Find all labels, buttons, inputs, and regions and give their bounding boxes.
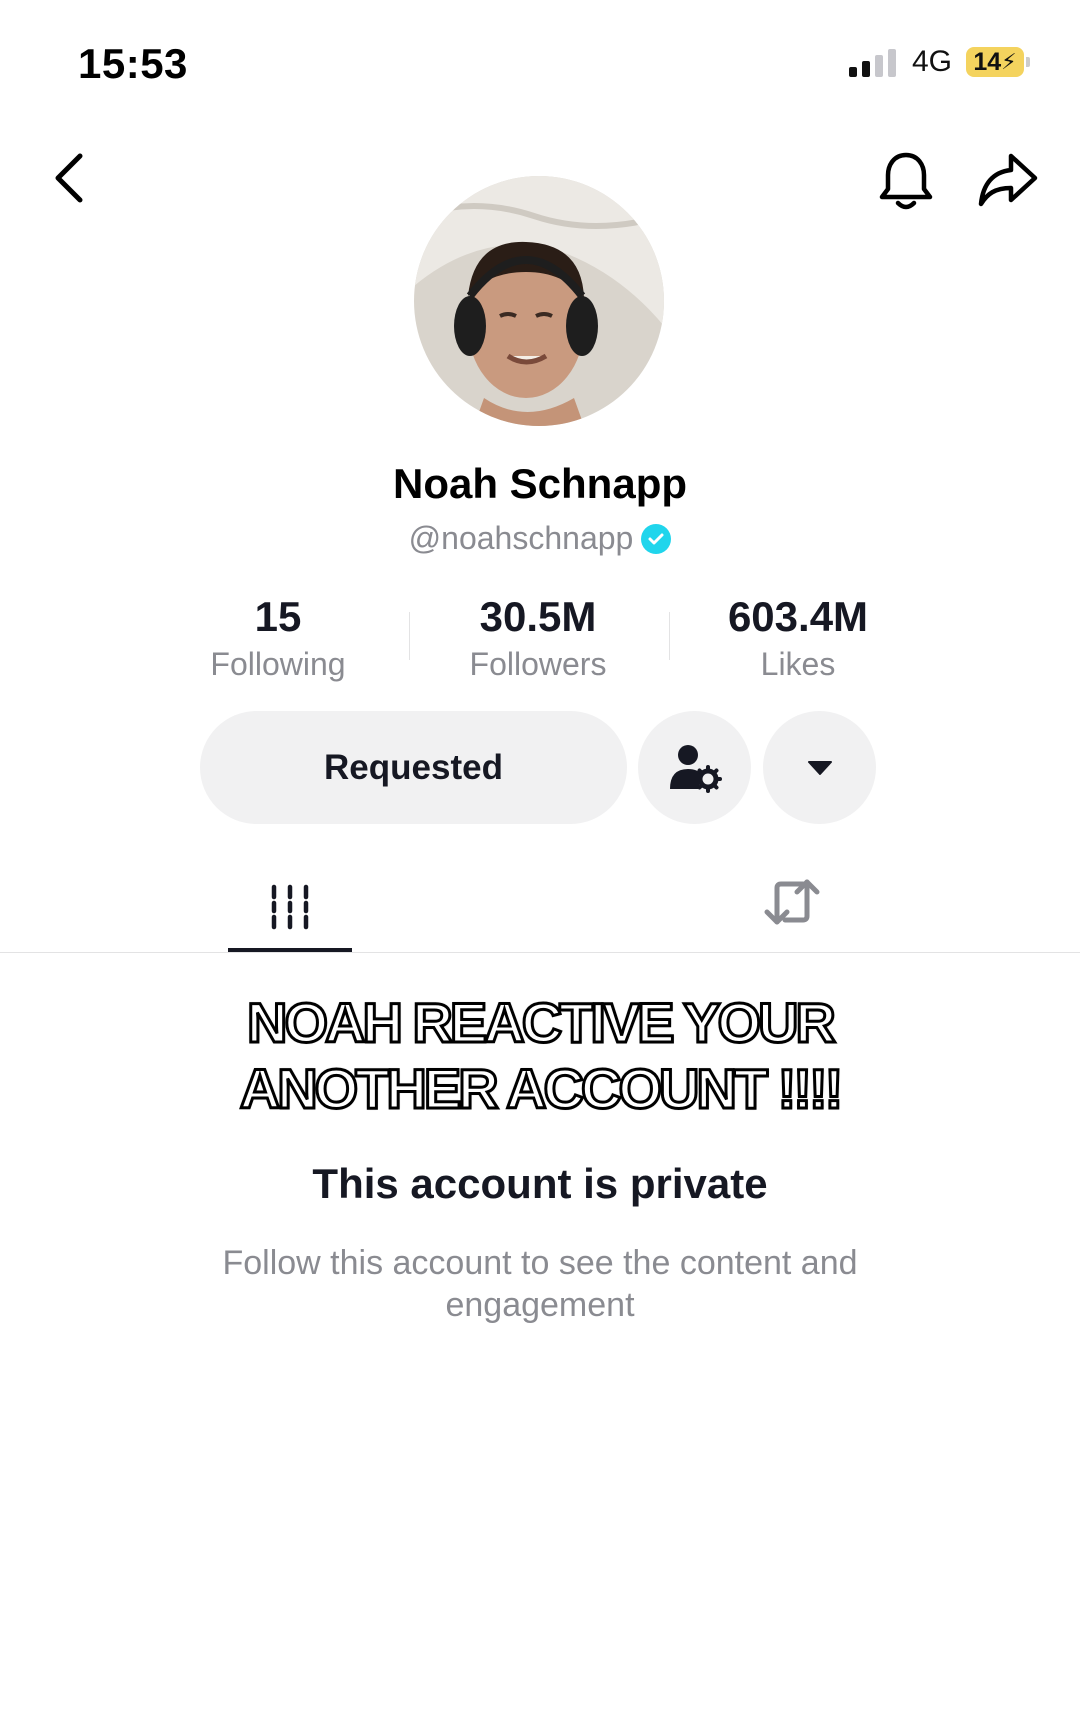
caret-down-icon	[807, 760, 832, 775]
profile-stats: 15 Following 30.5M Followers 603.4M Like…	[0, 592, 1080, 682]
tab-videos[interactable]	[228, 862, 352, 952]
tab-reposts[interactable]	[730, 862, 854, 942]
stat-following[interactable]: 15 Following	[148, 592, 408, 686]
battery-level: 14	[973, 47, 1002, 76]
bell-icon	[879, 152, 933, 210]
chevron-left-icon	[55, 153, 83, 203]
status-time: 15:53	[78, 40, 188, 87]
stat-likes[interactable]: 603.4M Likes	[668, 592, 928, 686]
stat-value: 30.5M	[479, 593, 597, 640]
network-type: 4G	[911, 45, 952, 78]
display-name: Noah Schnapp	[392, 460, 688, 507]
verified-badge-icon	[641, 523, 672, 554]
tabs-divider	[0, 952, 1080, 953]
stat-value: 603.4M	[727, 593, 869, 640]
username-row: @noahschnapp	[0, 520, 1080, 557]
back-button[interactable]	[40, 150, 96, 206]
private-account-title: This account is private	[312, 1160, 768, 1207]
stat-label: Likes	[760, 646, 836, 682]
avatar-image	[414, 176, 664, 426]
share-button[interactable]	[976, 150, 1040, 210]
stat-label: Following	[210, 646, 346, 682]
notification-button[interactable]	[876, 148, 936, 214]
repost-icon	[764, 879, 820, 925]
stat-value: 15	[254, 593, 302, 640]
status-indicators: 4G 14 ⚡	[848, 45, 1030, 79]
grid-icon	[271, 884, 309, 930]
overlay-caption: NOAH REACTIVE YOUR ANOTHER ACCOUNT !!!!	[0, 990, 1080, 1122]
stat-label: Followers	[469, 646, 607, 682]
battery-icon: 14 ⚡	[966, 47, 1030, 77]
private-account-subtitle: Follow this account to see the content a…	[222, 1244, 858, 1324]
overlay-caption-line1: NOAH REACTIVE YOUR	[246, 990, 838, 1056]
username: @noahschnapp	[408, 520, 634, 556]
stat-followers[interactable]: 30.5M Followers	[408, 592, 668, 686]
signal-icon	[848, 47, 896, 77]
avatar[interactable]	[414, 176, 664, 426]
overlay-caption-line2: ANOTHER ACCOUNT !!!!	[238, 1056, 845, 1122]
user-settings-button[interactable]	[638, 711, 751, 824]
share-arrow-icon	[978, 153, 1038, 207]
user-gear-icon	[669, 744, 722, 793]
more-options-button[interactable]	[763, 711, 876, 824]
requested-button[interactable]: Requested	[200, 711, 627, 824]
